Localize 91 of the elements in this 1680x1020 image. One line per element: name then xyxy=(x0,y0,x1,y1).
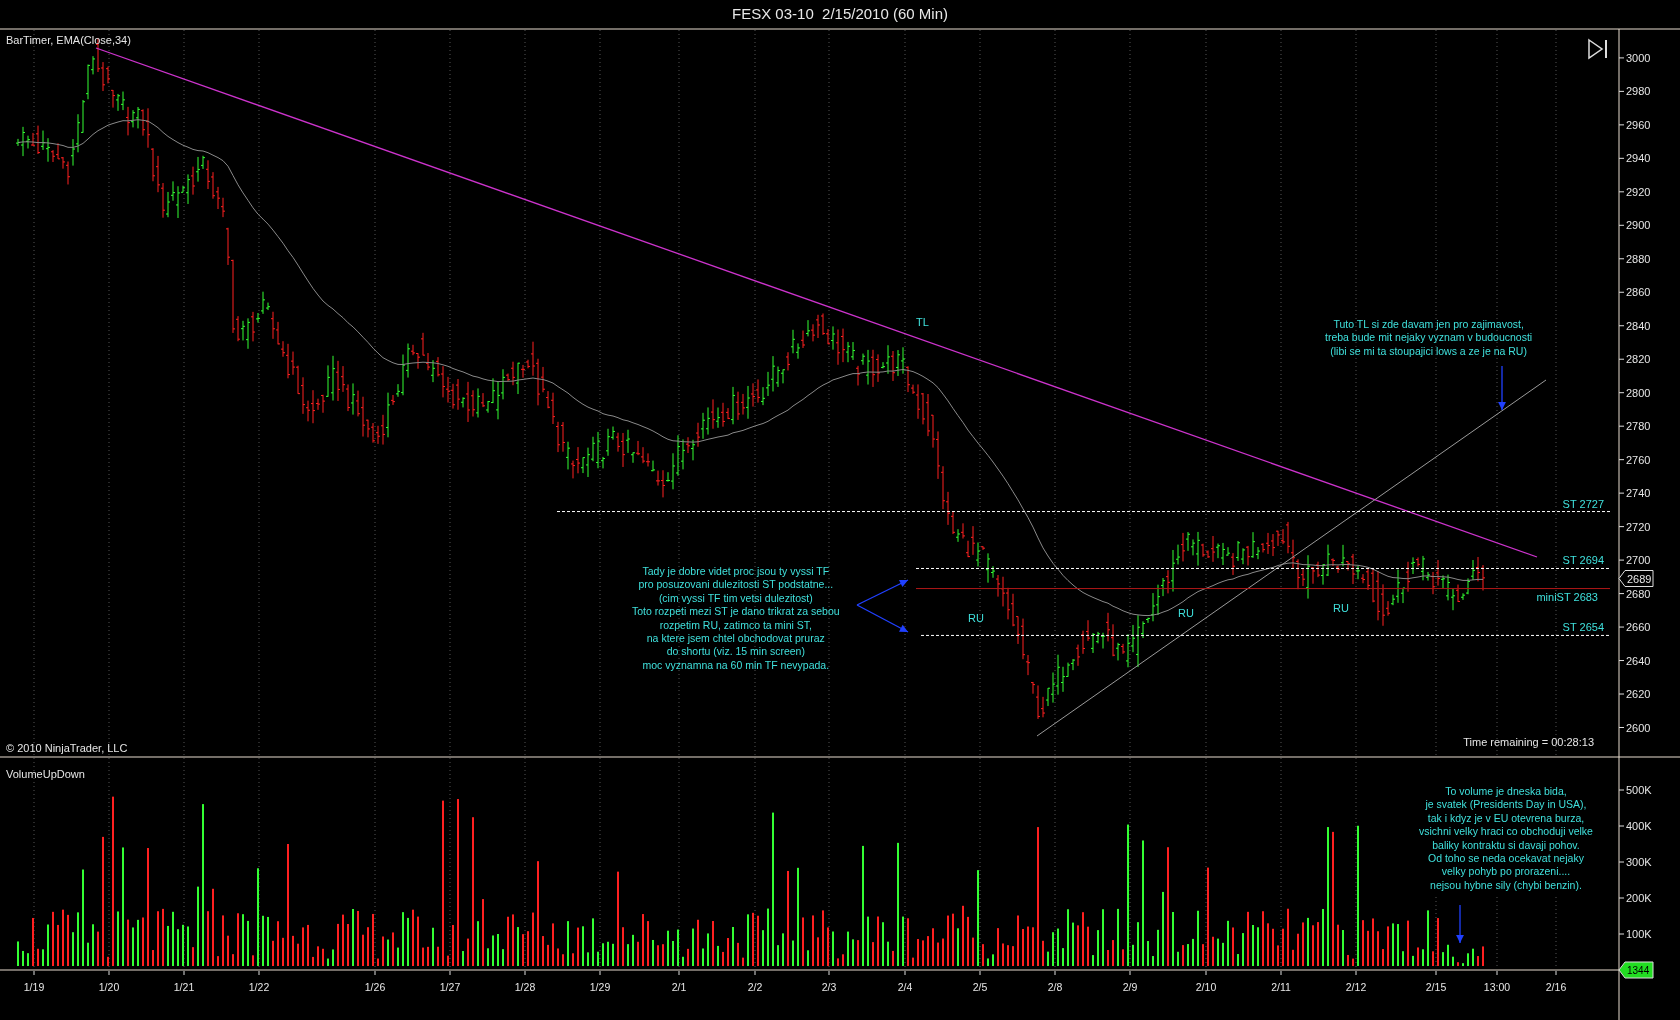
trendline-label: TL xyxy=(916,316,929,328)
volume-label: 500K xyxy=(1626,784,1652,796)
level-label: ST 2694 xyxy=(1562,554,1604,567)
arrow xyxy=(856,579,909,606)
date-label: 2/15 xyxy=(1425,981,1447,993)
tick-mark xyxy=(449,970,451,976)
date-label: 1/19 xyxy=(23,981,45,993)
tick-mark xyxy=(524,970,526,976)
level-label: miniST 2683 xyxy=(1536,590,1598,603)
price-label: 2720 xyxy=(1626,520,1651,533)
tick-mark xyxy=(1129,970,1131,976)
price-label: 2880 xyxy=(1626,252,1651,265)
tick-mark xyxy=(1355,970,1357,976)
annotation-text: Tady je dobre videt proc jsou ty vyssi TF pro posuzovani dulezitosti ST podstatne... (cim vyssi TF tim vetsi dulezitost) Toto rozpeti mezi ST je dano trikrat za sebou rozpetim RU, zatimco ta mini ST, na ktere jsem chtel obchodovat pruraz do shortu (viz. 15 min screen) moc vyznamna na 60 min TF nevypada. xyxy=(632,565,840,673)
price-label: 2800 xyxy=(1626,386,1651,399)
tick-mark xyxy=(1054,970,1056,976)
date-label: 1/29 xyxy=(589,981,611,993)
tick-mark xyxy=(33,970,35,976)
volume-label: 100K xyxy=(1626,928,1652,940)
tick-mark xyxy=(678,970,680,976)
price-label: 2920 xyxy=(1626,185,1651,198)
date-label: 2/2 xyxy=(747,981,763,993)
date-label: 2/16 xyxy=(1545,981,1567,993)
play-bar-icon[interactable] xyxy=(1588,38,1607,60)
level-label: ST 2654 xyxy=(1562,621,1604,634)
date-label: 1/21 xyxy=(173,981,195,993)
range-label: RU xyxy=(1178,607,1194,619)
arrow xyxy=(1456,904,1464,944)
tick-mark xyxy=(904,970,906,976)
price-label: 2940 xyxy=(1626,152,1651,165)
tick-mark xyxy=(828,970,830,976)
date-label: 1/26 xyxy=(364,981,386,993)
price-label: 2980 xyxy=(1626,85,1651,98)
range-label: RU xyxy=(1333,602,1349,614)
tick-mark xyxy=(979,970,981,976)
tick-mark xyxy=(1205,970,1207,976)
date-label: 1/28 xyxy=(514,981,536,993)
price-label: 2620 xyxy=(1626,688,1651,700)
price-label: 2660 xyxy=(1626,621,1651,634)
price-label: 2740 xyxy=(1626,487,1651,500)
indicator-label: VolumeUpDown xyxy=(6,768,85,780)
tick-mark xyxy=(599,970,601,976)
tick-mark xyxy=(1435,970,1437,976)
date-label: 2/1 xyxy=(671,981,687,993)
range-label: RU xyxy=(968,612,984,624)
arrow xyxy=(1498,365,1506,411)
tick-mark xyxy=(1496,970,1498,976)
date-label: 2/9 xyxy=(1122,981,1138,993)
price-label: 2860 xyxy=(1626,286,1651,299)
tick-mark xyxy=(258,970,260,976)
price-label: 2700 xyxy=(1626,554,1651,567)
window-title: FESX 03-10 2/15/2010 (60 Min) xyxy=(731,4,949,24)
date-label: 2/4 xyxy=(897,981,913,993)
last-price-tag: 2689 xyxy=(1618,570,1654,587)
date-label: 2/12 xyxy=(1345,981,1367,993)
date-label: 1/20 xyxy=(98,981,120,993)
copyright-text: © 2010 NinjaTrader, LLC xyxy=(6,742,128,754)
last-volume-tag: 1344 xyxy=(1618,961,1654,979)
date-label: 13:00 xyxy=(1483,981,1511,993)
annotation-text: To volume je dneska bida, je svatek (Presidents Day in USA), tak i kdyz je v EU otevrena burza, vsichni velky hraci co obchoduji velke baliky kontraktu si davaji pohov. Od toho se neda ocekavat nejaky velky pohyb po prorazeni.... nejsou hybne sily (chybi benzin). xyxy=(1419,785,1593,893)
volume-label: 300K xyxy=(1626,856,1652,868)
date-label: 2/10 xyxy=(1195,981,1217,993)
annotation-text: Tuto TL si zde davam jen pro zajimavost, treba bude mit nejaky vyznam v budoucnosti (libi se mi ta stoupajici lows a ze je na RU) xyxy=(1325,318,1533,359)
date-label: 2/8 xyxy=(1047,981,1063,993)
price-label: 2760 xyxy=(1626,453,1651,466)
tick-mark xyxy=(1555,970,1557,976)
price-label: 2680 xyxy=(1626,587,1651,600)
tick-mark xyxy=(183,970,185,976)
level-label: ST 2727 xyxy=(1562,497,1604,510)
volume-label: 400K xyxy=(1626,820,1652,832)
time-remaining-text: Time remaining = 00:28:13 xyxy=(1463,736,1594,748)
tick-mark xyxy=(1280,970,1282,976)
price-label: 2840 xyxy=(1626,319,1651,332)
indicator-label: BarTimer, EMA(Close,34) xyxy=(6,34,131,46)
arrow xyxy=(856,604,909,633)
date-label: 1/22 xyxy=(248,981,270,993)
date-label: 1/27 xyxy=(439,981,461,993)
price-label: 2640 xyxy=(1626,654,1651,667)
tick-mark xyxy=(374,970,376,976)
date-label: 2/3 xyxy=(821,981,837,993)
tick-mark xyxy=(754,970,756,976)
price-label: 3000 xyxy=(1626,51,1651,64)
date-label: 2/11 xyxy=(1271,981,1291,993)
price-label: 2600 xyxy=(1626,721,1651,734)
price-label: 2960 xyxy=(1626,118,1651,131)
volume-label: 200K xyxy=(1626,892,1652,904)
date-label: 2/5 xyxy=(972,981,988,993)
tick-mark xyxy=(108,970,110,976)
price-label: 2780 xyxy=(1626,420,1651,433)
price-label: 2900 xyxy=(1626,219,1651,232)
price-label: 2820 xyxy=(1626,353,1651,366)
